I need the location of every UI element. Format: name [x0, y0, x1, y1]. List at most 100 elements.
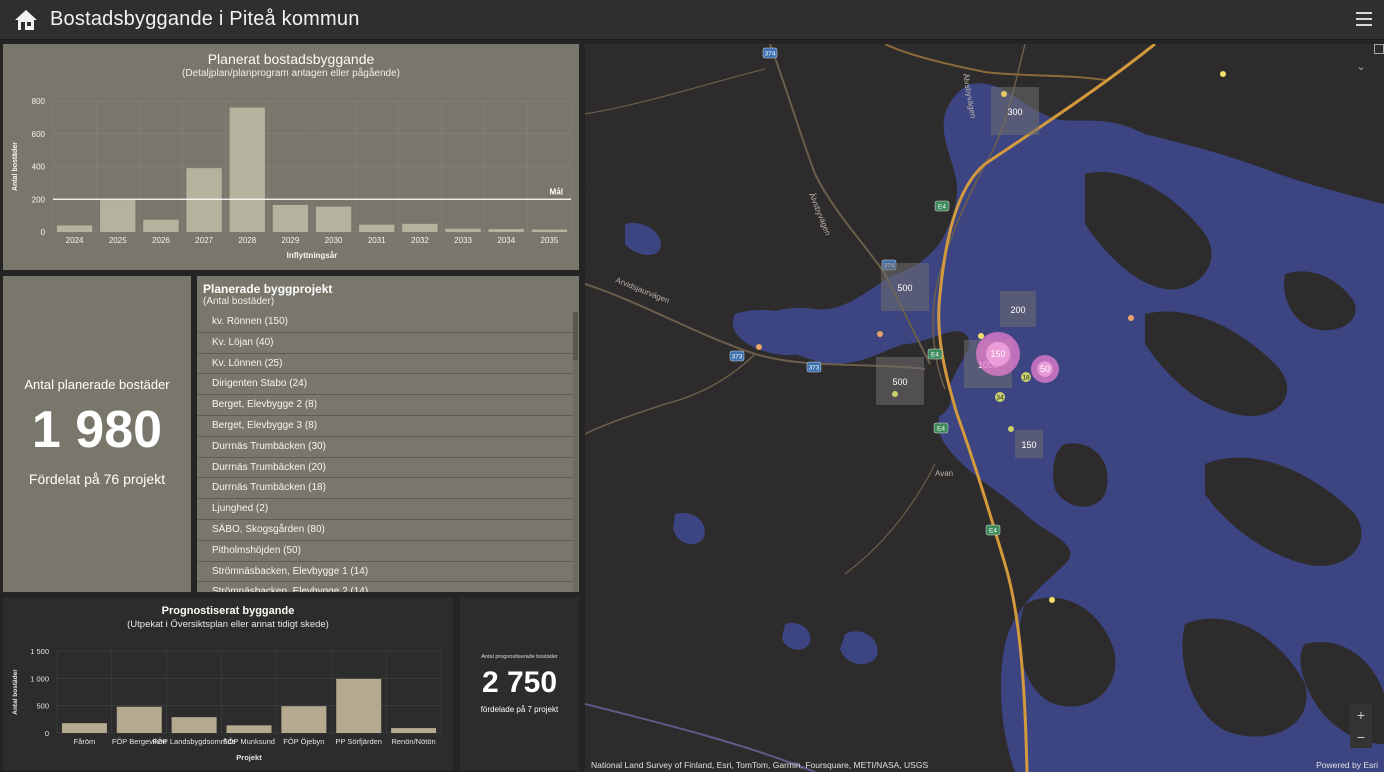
bar [359, 224, 395, 232]
cluster-marker: 200 [1000, 291, 1036, 327]
bar [143, 219, 179, 232]
bar [229, 107, 265, 232]
point-marker [1049, 597, 1055, 603]
list-item[interactable]: Strömnäsbacken, Elevbygge 1 (14) [197, 562, 573, 583]
indicator-label: Antal prognostiserade bostäder [481, 654, 558, 660]
forecast-housing-chart-panel: Prognostiserat byggande (Utpekat i Övers… [3, 598, 453, 770]
bar [402, 223, 438, 232]
list-item[interactable]: Ljunghed (2) [197, 499, 573, 520]
x-tick-label: Fåröm [74, 737, 96, 746]
forecast-housing-bar-chart: 05001 0001 500Fåröm FÖP BergevikenFÖP Lan… [12, 647, 442, 762]
y-axis-label: Antal bostäder [12, 669, 19, 715]
road-shield-label: 374 [765, 51, 776, 58]
x-tick-label: FÖP Munksund [223, 737, 275, 746]
point-marker [1128, 315, 1134, 321]
point-label: 18 [1022, 375, 1030, 382]
road-shield-label: E4 [989, 528, 997, 535]
x-tick-label: 2034 [497, 236, 515, 245]
point-marker [877, 331, 883, 337]
road-shield-label: 373 [732, 354, 743, 361]
x-tick-label: 2027 [195, 236, 213, 245]
road-shield: E4 [927, 348, 943, 360]
cluster-marker: 500 [881, 263, 929, 311]
list-item[interactable]: Dirigenten Stabo (24) [197, 374, 573, 396]
road-shield-label: E4 [937, 426, 945, 433]
x-tick-label: 2028 [238, 236, 256, 245]
cluster-marker: 150 [976, 332, 1020, 376]
point-marker [1220, 71, 1226, 77]
list-item[interactable]: Durrnäs Trumbäcken (20) [197, 458, 573, 479]
x-tick-label: 2033 [454, 236, 472, 245]
list-item[interactable]: Strömnäsbacken, Elevbygge 2 (14) [197, 582, 573, 592]
bar [100, 200, 136, 232]
chevron-down-icon[interactable]: ⌄ [1354, 60, 1368, 74]
x-tick-label: 2030 [325, 236, 343, 245]
basemap[interactable]: Älvsbyvägen Arvidsjaurvägen Älvsbyvägen … [585, 44, 1384, 772]
cluster-label: 150 [990, 349, 1005, 359]
powered-by-esri[interactable]: Powered by Esri [1316, 760, 1378, 770]
app-title: Bostadsbyggande i Piteå kommun [50, 8, 360, 30]
x-tick-label: 2031 [368, 236, 386, 245]
app-header: Bostadsbyggande i Piteå kommun [0, 0, 1384, 40]
road-shield-label: 373 [809, 365, 820, 372]
hamburger-menu-icon[interactable] [1356, 12, 1372, 26]
point-marker: 34 [995, 392, 1005, 402]
fullscreen-icon[interactable] [1374, 44, 1384, 54]
cluster-marker: 150 [1015, 430, 1043, 458]
road-shield-label: E4 [938, 204, 946, 211]
zoom-out-button[interactable]: − [1350, 726, 1372, 748]
x-tick-label: FÖP Öjebyn [283, 737, 324, 746]
cluster-label: 200 [1010, 305, 1025, 315]
bar [336, 678, 382, 733]
bar [186, 168, 222, 232]
y-tick-label: 400 [32, 163, 46, 172]
home-icon[interactable] [14, 9, 38, 31]
forecast-units-indicator: Antal prognostiserade bostäder 2 750 för… [460, 598, 579, 770]
bar [315, 206, 352, 232]
bar [445, 228, 481, 232]
point-marker [892, 391, 898, 397]
bar [226, 725, 272, 733]
point-marker: 18 [1021, 372, 1031, 382]
road-shield: 373 [806, 361, 822, 373]
list-item[interactable]: Kv. Lönnen (25) [197, 354, 573, 375]
x-tick-label: 2032 [411, 236, 429, 245]
y-tick-label: 500 [36, 702, 49, 711]
bar [116, 706, 162, 733]
cluster-label: 150 [1021, 440, 1036, 450]
list-item[interactable]: Durrnäs Trumbäcken (30) [197, 437, 573, 458]
list-scrollbar[interactable] [573, 312, 578, 592]
point-marker [978, 333, 984, 339]
x-tick-label: 2024 [66, 236, 84, 245]
y-tick-label: 0 [41, 228, 46, 237]
cluster-label: 50 [1040, 364, 1050, 374]
reference-line-label: Mål [550, 187, 563, 196]
x-tick-label: 2035 [541, 236, 559, 245]
indicator-subtext: Fördelat på 76 projekt [28, 471, 166, 487]
list-item[interactable]: Berget, Elevbygge 3 (8) [197, 416, 573, 437]
list-item[interactable]: Pitholmshöjden (50) [197, 541, 573, 562]
x-axis-label: Inflyttningsår [287, 251, 338, 260]
y-tick-label: 1 000 [30, 674, 49, 683]
list-item[interactable]: kv. Rönnen (150) [197, 312, 573, 333]
list-item[interactable]: Kv. Löjan (40) [197, 333, 573, 354]
road-shield: 373 [729, 350, 745, 362]
point-label: 34 [996, 395, 1004, 402]
bar [56, 225, 93, 232]
zoom-in-button[interactable]: + [1350, 704, 1372, 726]
indicator-value: 2 750 [481, 666, 558, 699]
project-list: kv. Rönnen (150) Kv. Löjan (40) Kv. Lönnen… [197, 312, 573, 592]
bar [171, 717, 217, 733]
list-item[interactable]: Durrnäs Trumbäcken (18) [197, 478, 573, 500]
cluster-marker: 300 [991, 87, 1039, 135]
cluster-label: 300 [1007, 107, 1022, 117]
planned-units-indicator: Antal planerade bostäder 1 980 Fördelat … [3, 276, 191, 592]
map-view[interactable]: Älvsbyvägen Arvidsjaurvägen Älvsbyvägen … [585, 44, 1384, 772]
bar [488, 229, 524, 232]
road-shield: 374 [762, 47, 778, 59]
cluster-label: 500 [892, 377, 907, 387]
list-item[interactable]: Berget, Elevbygge 2 (8) [197, 395, 573, 416]
list-item[interactable]: SÄBO, Skogsgården (80) [197, 520, 573, 541]
list-title: Planerade byggprojekt [203, 282, 333, 296]
indicator-subtext: fördelade på 7 projekt [480, 705, 559, 714]
